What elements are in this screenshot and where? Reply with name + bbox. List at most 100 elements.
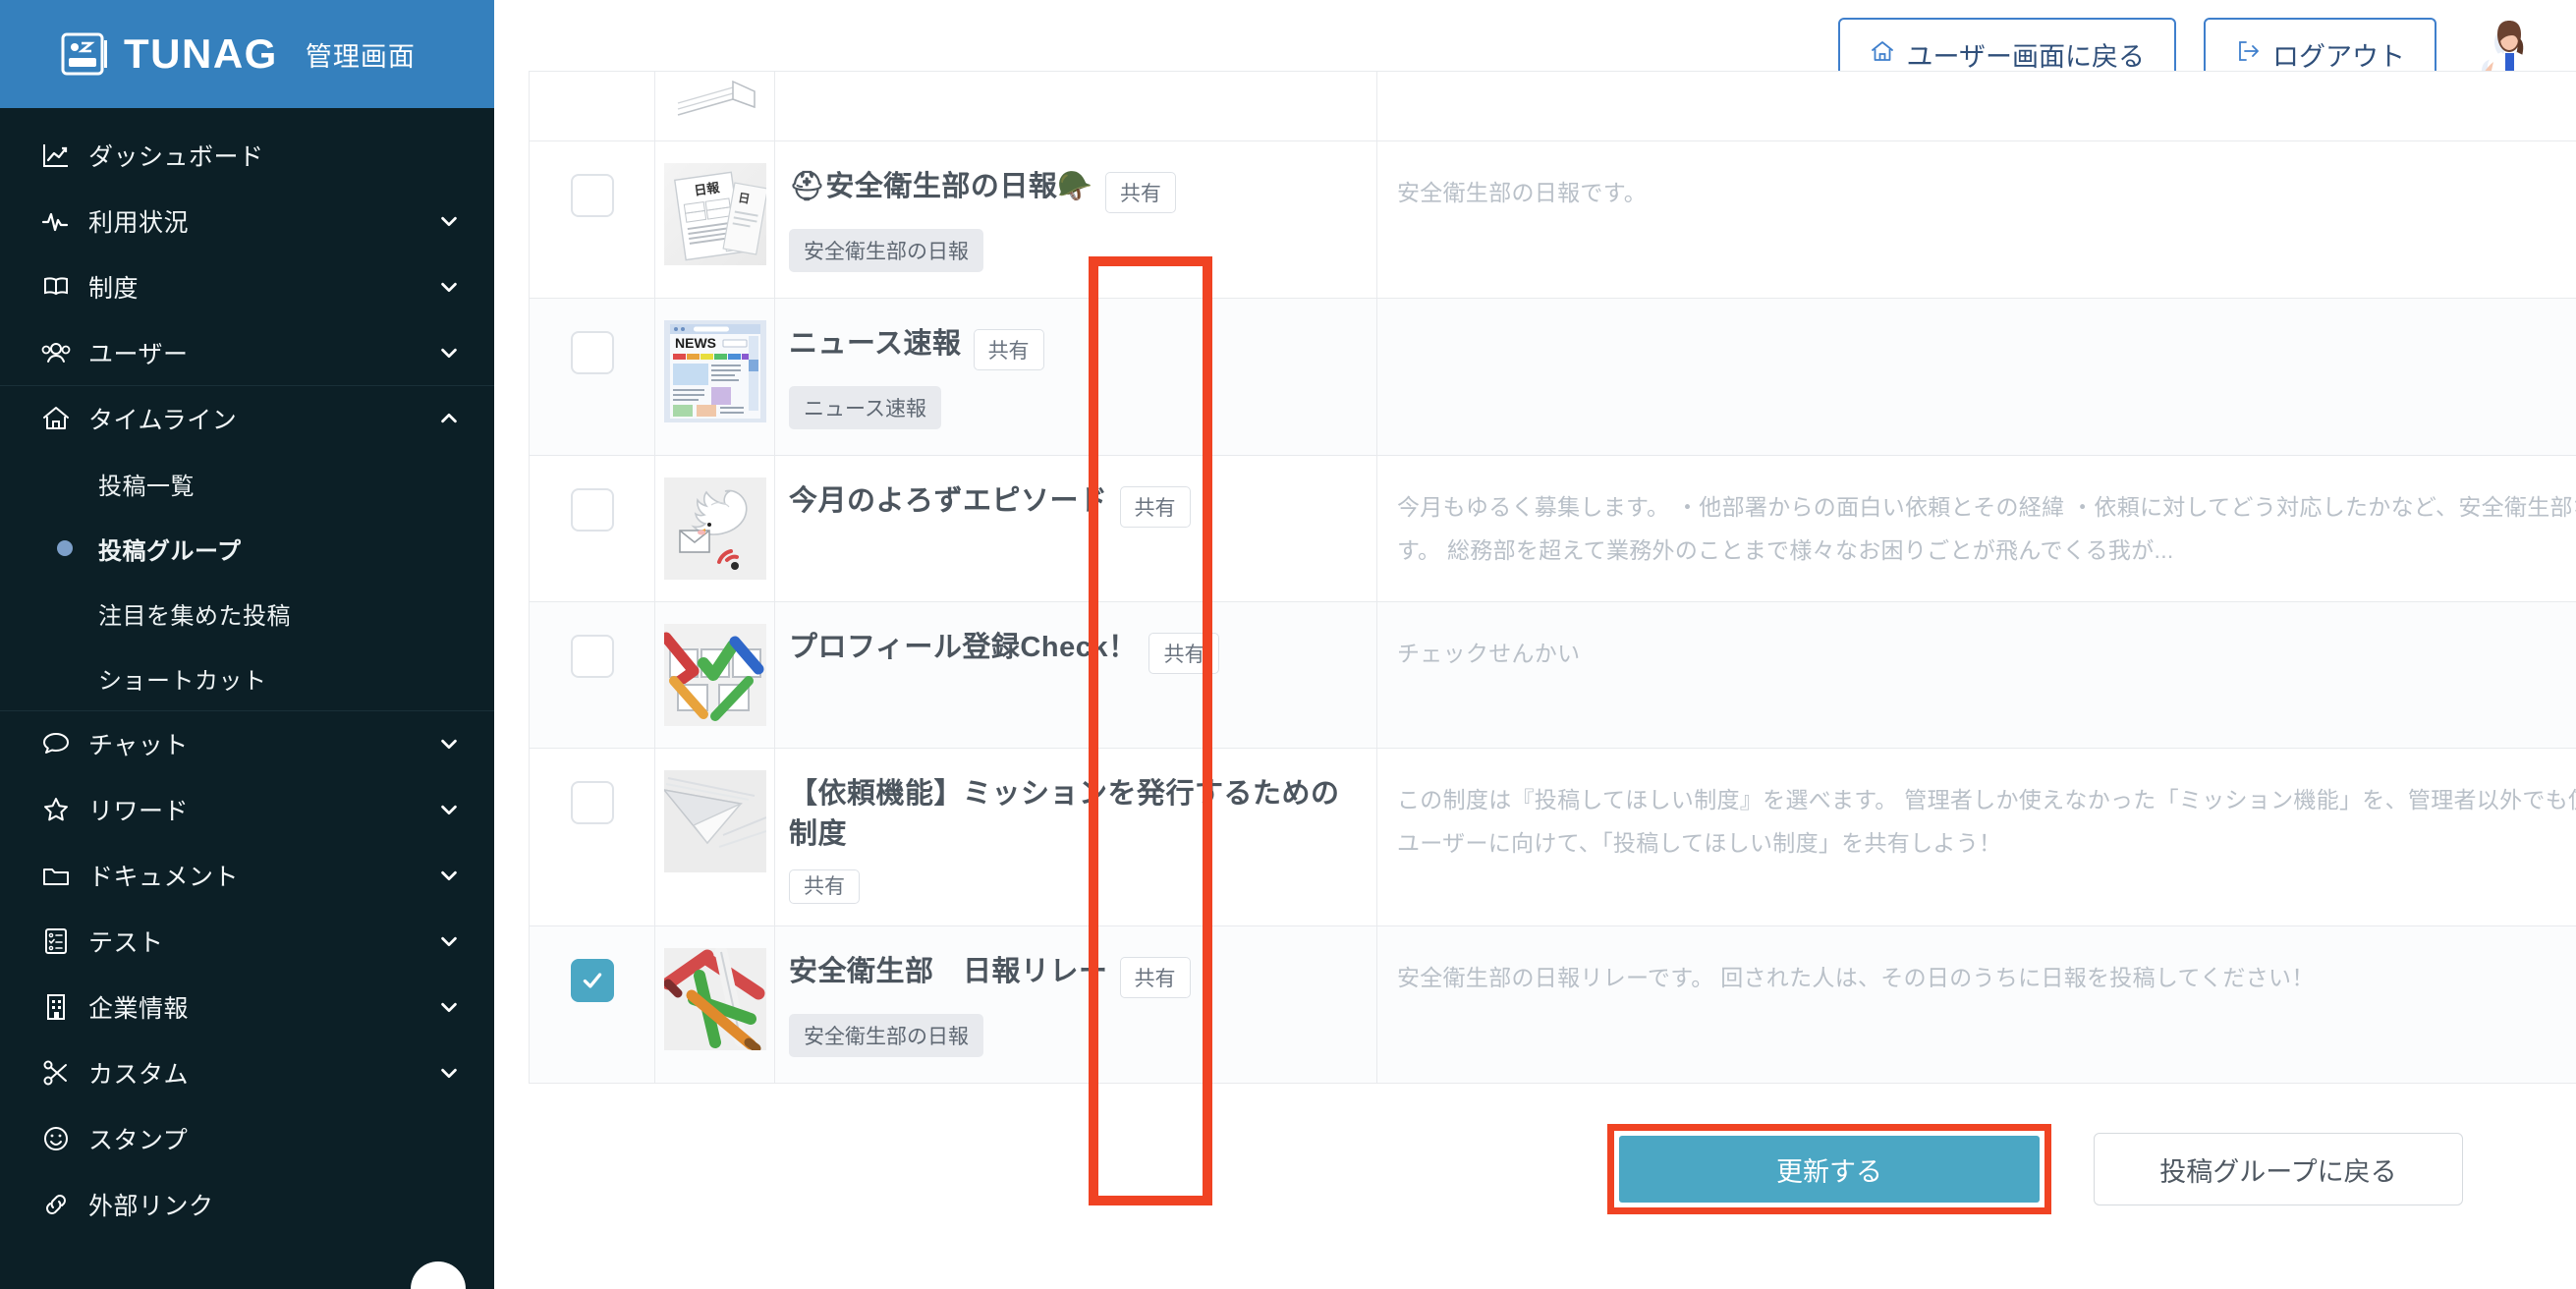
sidebar-item-dashboard[interactable]: ダッシュボード [0,122,494,188]
share-badge: 共有 [1148,633,1220,674]
chevron-up-icon[interactable] [435,408,463,429]
home-icon [41,404,88,433]
row-checkbox[interactable] [570,331,614,374]
sidebar: TUNAG 管理画面 ダッシュボード 利用状況 制度 ユーザー タイムライン 投… [0,0,494,1289]
description-cell: 安全衛生部の日報リレーです。 回された人は、その日のうちに日報を投稿してください… [1376,925,2576,1085]
chevron-down-icon[interactable] [435,930,463,952]
chevron-down-icon[interactable] [435,733,463,755]
chevron-down-icon[interactable] [435,799,463,820]
chevron-down-icon[interactable] [435,865,463,886]
sidebar-item-usage[interactable]: 利用状況 [0,188,494,253]
pens-thumbnail [663,948,766,1051]
chevron-down-icon[interactable] [435,1062,463,1084]
sidebar-item-reward[interactable]: リワード [0,776,494,842]
logout-label: ログアウト [2272,41,2405,72]
checkbox-cell[interactable] [529,747,655,927]
link-icon [41,1190,88,1219]
sidebar-subitem-label: ショートカット [98,667,267,695]
smiley-icon [41,1124,88,1153]
sidebar-item-company-info[interactable]: 企業情報 [0,974,494,1039]
sidebar-item-test[interactable]: テスト [0,908,494,974]
row-checkbox[interactable] [570,174,614,217]
table-row[interactable]: 日報 日 ⛑安全衛生部の日報🪖 共有 安全衛生部の日報 安全衛生部の日報です。 [529,140,2576,299]
description-text: 安全衛生部の日報です。 [1397,180,1647,205]
sidebar-item-shortcut[interactable]: ショートカット [0,645,494,710]
sidebar-item-stamp[interactable]: スタンプ [0,1105,494,1171]
table-body: 日報 日 ⛑安全衛生部の日報🪖 共有 安全衛生部の日報 安全衛生部の日報です。 … [529,71,2576,1085]
sidebar-item-label: 利用状況 [88,208,190,237]
sidebar-item-custom[interactable]: カスタム [0,1039,494,1105]
action-buttons: 更新する 投稿グループに戻る [529,1084,2463,1215]
thumbnail-cell [654,747,775,927]
thumbnail-cell [654,71,775,141]
table-row[interactable]: 安全衛生部 日報リレー 共有 安全衛生部の日報 安全衛生部の日報リレーです。 回… [529,925,2576,1085]
row-checkbox[interactable] [570,488,614,532]
back-to-post-group-button[interactable]: 投稿グループに戻る [2094,1133,2463,1206]
update-button[interactable]: 更新する [1619,1136,2040,1204]
post-group-title: 【依頼機能】ミッションを発行するための制度 [789,778,1340,851]
table-row[interactable]: 【依頼機能】ミッションを発行するための制度 共有 この制度は『投稿してほしい制度… [529,747,2576,927]
description-cell: この制度は『投稿してほしい制度』を選べます。 管理者しか使えなかった「ミッション… [1376,747,2576,927]
sidebar-item-label: 企業情報 [88,994,190,1023]
row-checkbox[interactable] [570,781,614,824]
title-cell[interactable]: プロフィール登録Check！ 共有 [774,601,1377,749]
sidebar-item-external-link[interactable]: 外部リンク [0,1171,494,1237]
checkbox-cell[interactable] [529,455,655,602]
table-row[interactable]: NEWS ニュース速報 共有 ニュース速報 [529,298,2576,456]
checkbox-cell[interactable] [529,71,655,141]
users-icon [41,338,88,367]
title-cell[interactable]: 安全衛生部 日報リレー 共有 安全衛生部の日報 [774,925,1377,1085]
sidebar-item-featured-posts[interactable]: 注目を集めた投稿 [0,581,494,645]
post-groups-table: 日報 日 ⛑安全衛生部の日報🪖 共有 安全衛生部の日報 安全衛生部の日報です。 … [529,71,2576,1085]
sidebar-item-timeline[interactable]: タイムライン [0,385,494,451]
table-row[interactable]: 今月のよろずエピソード 共有 今月もゆるく募集します。 ・他部署からの面白い依頼… [529,455,2576,602]
sidebar-item-post-list[interactable]: 投稿一覧 [0,451,494,516]
chevron-down-icon[interactable] [435,276,463,298]
scissors-icon [41,1058,88,1088]
checkbox-cell[interactable] [529,601,655,749]
sidebar-item-label: ドキュメント [88,863,240,891]
table-row[interactable] [529,71,2576,141]
chevron-down-icon[interactable] [435,342,463,364]
post-group-title: ニュース速報 [789,328,962,360]
brand-header[interactable]: TUNAG 管理画面 [0,0,494,108]
update-button-highlight: 更新する [1607,1124,2051,1215]
checkbox-cell[interactable] [529,140,655,299]
description-text: 今月もゆるく募集します。 ・他部署からの面白い依頼とその経緯 ・依頼に対してどう… [1397,494,2576,564]
checkbox-cell[interactable] [529,298,655,456]
title-cell[interactable]: ニュース速報 共有 ニュース速報 [774,298,1377,456]
chevron-down-icon[interactable] [435,996,463,1018]
check-icon [583,973,601,988]
description-cell: 今月もゆるく募集します。 ・他部署からの面白い依頼とその経緯 ・依頼に対してどう… [1376,455,2576,602]
post-group-title: 今月のよろずエピソード [789,485,1108,517]
sidebar-item-users[interactable]: ユーザー [0,319,494,385]
activity-pulse-icon [41,206,88,236]
brand-name: TUNAG [124,30,278,77]
table-row[interactable]: プロフィール登録Check！ 共有 チェックせんかい [529,601,2576,749]
description-text: 安全衛生部の日報リレーです。 回された人は、その日のうちに日報を投稿してください… [1397,965,2315,991]
chevron-down-icon[interactable] [435,210,463,232]
sidebar-item-chat[interactable]: チャット [0,710,494,776]
sidebar-nav: ダッシュボード 利用状況 制度 ユーザー タイムライン 投稿一覧 投稿グループ … [0,108,494,1237]
brand-subtitle: 管理画面 [305,41,416,72]
sidebar-collapse-button[interactable] [411,1261,466,1289]
description-cell: チェックせんかい [1376,601,2576,749]
title-cell[interactable]: 今月のよろずエピソード 共有 [774,455,1377,602]
post-group-title: プロフィール登録Check！ [789,632,1138,663]
checkbox-cell[interactable] [529,925,655,1085]
row-checkbox-checked[interactable] [570,959,614,1003]
sidebar-item-document[interactable]: ドキュメント [0,842,494,908]
sidebar-item-label: ダッシュボード [88,142,264,171]
news-thumbnail: NEWS [663,320,766,422]
chart-line-icon [41,140,88,170]
row-checkbox[interactable] [570,635,614,678]
sidebar-item-label: ユーザー [88,340,189,368]
admin-screen: TUNAG 管理画面 ダッシュボード 利用状況 制度 ユーザー タイムライン 投… [0,0,2576,1289]
svg-text:NEWS: NEWS [675,335,716,351]
sidebar-item-system[interactable]: 制度 [0,253,494,319]
sidebar-item-label: タイムライン [88,407,238,434]
title-cell[interactable]: ⛑安全衛生部の日報🪖 共有 安全衛生部の日報 [774,140,1377,299]
title-cell[interactable]: 【依頼機能】ミッションを発行するための制度 共有 [774,747,1377,927]
sidebar-item-post-group[interactable]: 投稿グループ [0,516,494,581]
thumbnail-cell: 日報 日 [654,140,775,299]
